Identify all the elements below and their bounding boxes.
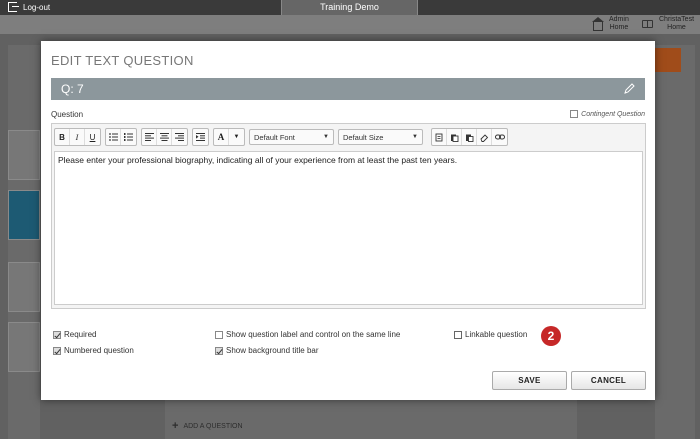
align-center-icon	[159, 133, 169, 141]
background-bar-label: Show background title bar	[226, 346, 319, 355]
editor-toolbar: B I U A ▼ Default Font ▼ Default Size ▼	[54, 127, 508, 147]
align-left-button[interactable]	[142, 129, 157, 145]
cancel-button[interactable]: CANCEL	[571, 371, 646, 390]
chevron-down-icon: ▼	[323, 134, 329, 140]
question-number: Q: 7	[61, 82, 84, 96]
background-thumbnail	[8, 322, 40, 372]
font-size-value: Default Size	[343, 132, 384, 142]
bullet-list-icon	[108, 133, 118, 141]
font-size-select[interactable]: Default Size ▼	[338, 129, 423, 145]
top-bar: Log-out Training Demo	[0, 0, 700, 15]
same-line-label: Show question label and control on the s…	[226, 330, 401, 339]
question-text-area[interactable]: Please enter your professional biography…	[54, 151, 643, 305]
rich-text-editor: B I U A ▼ Default Font ▼ Default Size ▼ …	[51, 123, 646, 309]
align-left-icon	[144, 133, 154, 141]
logout-label: Log-out	[23, 2, 51, 12]
contingent-question-checkbox[interactable]: Contingent Question	[570, 110, 645, 118]
user-home-link[interactable]: ChristaTest Home	[642, 16, 694, 32]
question-label: Question	[51, 110, 84, 119]
italic-button[interactable]: I	[70, 129, 85, 145]
numbered-checkbox[interactable]	[53, 346, 61, 355]
eraser-icon	[479, 133, 488, 142]
dialog-title: EDIT TEXT QUESTION	[51, 53, 194, 68]
linkable-checkbox[interactable]	[454, 330, 462, 339]
save-button[interactable]: SAVE	[492, 371, 567, 390]
alignment-group	[141, 128, 188, 146]
linkable-label: Linkable question	[465, 330, 528, 339]
link-icon	[494, 134, 505, 140]
list-group	[105, 128, 137, 146]
indent-button[interactable]	[193, 129, 208, 145]
background-thumbnail-active	[8, 190, 40, 240]
align-right-icon	[175, 133, 184, 141]
paste-text-icon	[465, 134, 473, 142]
paste-icon	[450, 134, 458, 142]
numbered-label: Numbered question	[64, 346, 134, 355]
step-badge: 2	[541, 326, 561, 346]
numbered-list-icon	[124, 133, 133, 141]
pencil-icon[interactable]	[623, 83, 635, 95]
background-left-panel	[8, 45, 40, 439]
background-bar-option[interactable]: Show background title bar	[215, 346, 319, 355]
indent-group	[192, 128, 209, 146]
eraser-button[interactable]	[477, 129, 492, 145]
user-home-line1: ChristaTest	[659, 16, 695, 23]
background-right-panel	[655, 45, 695, 439]
clipboard-group	[431, 128, 508, 146]
required-checkbox[interactable]	[53, 330, 61, 339]
required-label: Required	[64, 330, 97, 339]
copy-button[interactable]	[432, 129, 447, 145]
admin-home-line2: Home	[609, 24, 629, 31]
background-thumbnail	[8, 130, 40, 180]
contingent-checkbox-box[interactable]	[570, 110, 579, 118]
bold-button[interactable]: B	[55, 129, 70, 145]
contingent-label: Contingent Question	[581, 110, 645, 118]
align-center-button[interactable]	[157, 129, 172, 145]
font-family-value: Default Font	[254, 132, 295, 142]
add-question-label: ADD A QUESTION	[183, 422, 243, 430]
copy-icon	[435, 133, 442, 141]
background-action-button	[655, 48, 681, 72]
indent-icon	[196, 133, 205, 141]
edit-question-dialog: EDIT TEXT QUESTION Q: 7 Question Conting…	[41, 41, 655, 400]
required-option[interactable]: Required	[53, 330, 96, 339]
chevron-down-icon: ▼	[412, 134, 418, 140]
font-family-select[interactable]: Default Font ▼	[249, 129, 334, 145]
background-add-question: + ADD A QUESTION	[172, 420, 243, 432]
paste-text-button[interactable]	[462, 129, 477, 145]
nav-bar: Admin Home ChristaTest Home	[0, 15, 700, 34]
logout-link[interactable]: Log-out	[8, 2, 50, 12]
logout-icon	[8, 2, 19, 12]
bullet-list-button[interactable]	[106, 129, 121, 145]
plus-icon: +	[172, 420, 179, 432]
font-color-dropdown[interactable]: ▼	[229, 129, 244, 145]
underline-button[interactable]: U	[85, 129, 100, 145]
background-thumbnail	[8, 262, 40, 312]
font-color-group: A ▼	[213, 128, 245, 146]
question-header-bar: Q: 7	[51, 78, 645, 100]
paste-button[interactable]	[447, 129, 462, 145]
link-button[interactable]	[492, 129, 507, 145]
user-home-line2: Home	[667, 24, 686, 31]
app-title: Training Demo	[281, 0, 418, 15]
admin-home-link[interactable]: Admin Home	[592, 16, 629, 32]
same-line-option[interactable]: Show question label and control on the s…	[215, 330, 400, 339]
font-color-button[interactable]: A	[214, 129, 229, 145]
background-bar-checkbox[interactable]	[215, 346, 223, 355]
numbered-option[interactable]: Numbered question	[53, 346, 134, 355]
numbered-list-button[interactable]	[121, 129, 136, 145]
admin-home-line1: Admin	[609, 16, 629, 23]
book-icon	[642, 20, 653, 28]
house-icon	[592, 16, 604, 31]
text-style-group: B I U	[54, 128, 101, 146]
same-line-checkbox[interactable]	[215, 330, 223, 339]
linkable-option[interactable]: Linkable question	[454, 330, 527, 339]
align-right-button[interactable]	[172, 129, 187, 145]
